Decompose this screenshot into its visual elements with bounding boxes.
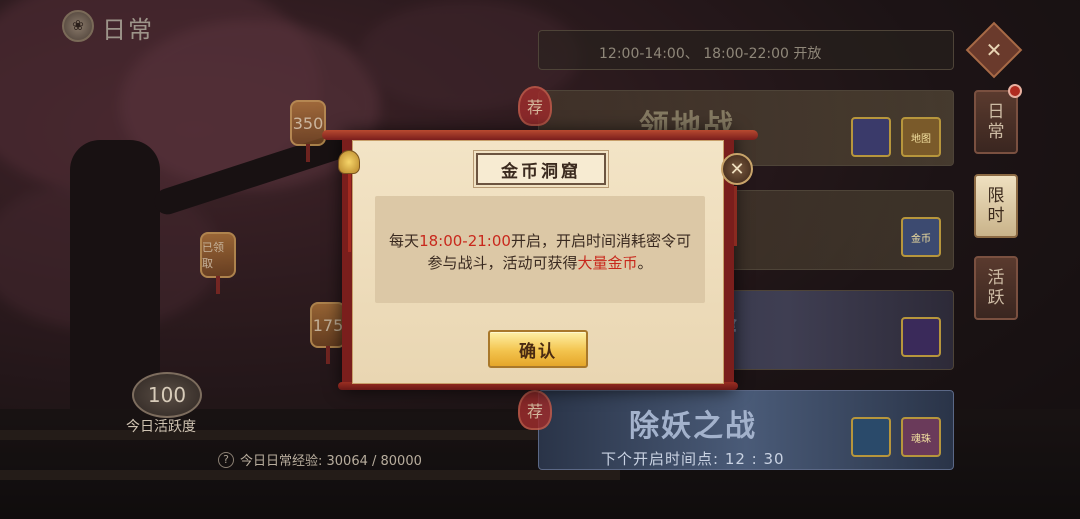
reward-item-icon[interactable] [851,117,891,157]
recommended-badge: 荐 [518,390,552,430]
modal-title: 金币洞窟 [473,150,609,188]
badge-label: 荐 [526,402,543,421]
tab-active[interactable]: 活跃 [974,256,1018,320]
desc-time-highlight: 18:00-21:00 [419,232,511,250]
reward-label: 金币 [911,233,931,245]
open-hours: 12:00-14:00、 18:00-22:00 开放 [599,46,822,62]
activity-reward-tag[interactable]: 已领取 [200,232,236,294]
activity-label: 今日活跃度 [126,419,196,435]
tassel [734,186,737,246]
desc-prefix: 每天 [389,232,420,250]
scroll-rod-top [322,130,758,140]
seal-emblem-icon: ❀ [62,10,94,42]
recommended-badge: 荐 [518,86,552,126]
activity-card[interactable]: 12:00-14:00、 18:00-22:00 开放 [538,30,954,70]
tab-limited[interactable]: 限时 [974,174,1018,238]
activity-value: 100 [147,383,187,407]
badge-label: 荐 [526,98,543,117]
tag-label: 175 [312,315,344,335]
activity-meter: 100 [132,372,202,418]
orb-reward-icon[interactable] [851,417,891,457]
notification-dot [1008,84,1022,98]
tab-daily[interactable]: 日常 [974,90,1018,154]
reward-label: 地图 [911,133,931,145]
question-icon[interactable]: ? [218,451,234,468]
desc-reward-highlight: 大量金币 [577,254,638,272]
experience-bar: ? 今日日常经验: 30064 / 80000 [218,450,422,469]
tab-label: 日常 [987,102,1005,142]
tab-label: 限时 [987,186,1005,226]
next-open-time: 下个开启时间点: 12 : 30 [601,450,785,468]
bell-icon [338,150,360,174]
bell-cord [348,172,351,252]
tag-label: 350 [292,113,324,133]
gold-coin-reward-icon[interactable]: 金币 [901,217,941,257]
modal-close-button[interactable]: ✕ [721,153,753,185]
crystal-reward-icon[interactable] [901,317,941,357]
soul-orb-reward-icon[interactable]: 魂珠 [901,417,941,457]
close-icon: ✕ [729,158,745,180]
close-icon: ✕ [985,38,1003,62]
activity-name: 除妖之战 [629,409,757,444]
tag-label: 已领取 [202,241,224,270]
activity-reward-tag[interactable]: 350 [290,100,326,162]
page-title: 日常 [102,16,154,44]
experience-text: 今日日常经验: 30064 / 80000 [240,454,422,469]
confirm-button[interactable]: 确认 [488,330,588,368]
reward-label: 魂珠 [911,433,931,445]
activity-reward-tag[interactable]: 175 [310,302,346,364]
tab-label: 活跃 [987,268,1005,308]
activity-card-demon-battle[interactable]: 除妖之战 下个开启时间点: 12 : 30 魂珠 [538,390,954,470]
modal-description: 每天18:00-21:00开启，开启时间消耗密令可参与战斗，活动可获得大量金币。 [385,230,695,274]
map-reward-icon[interactable]: 地图 [901,117,941,157]
desc-end: 。 [637,254,653,272]
